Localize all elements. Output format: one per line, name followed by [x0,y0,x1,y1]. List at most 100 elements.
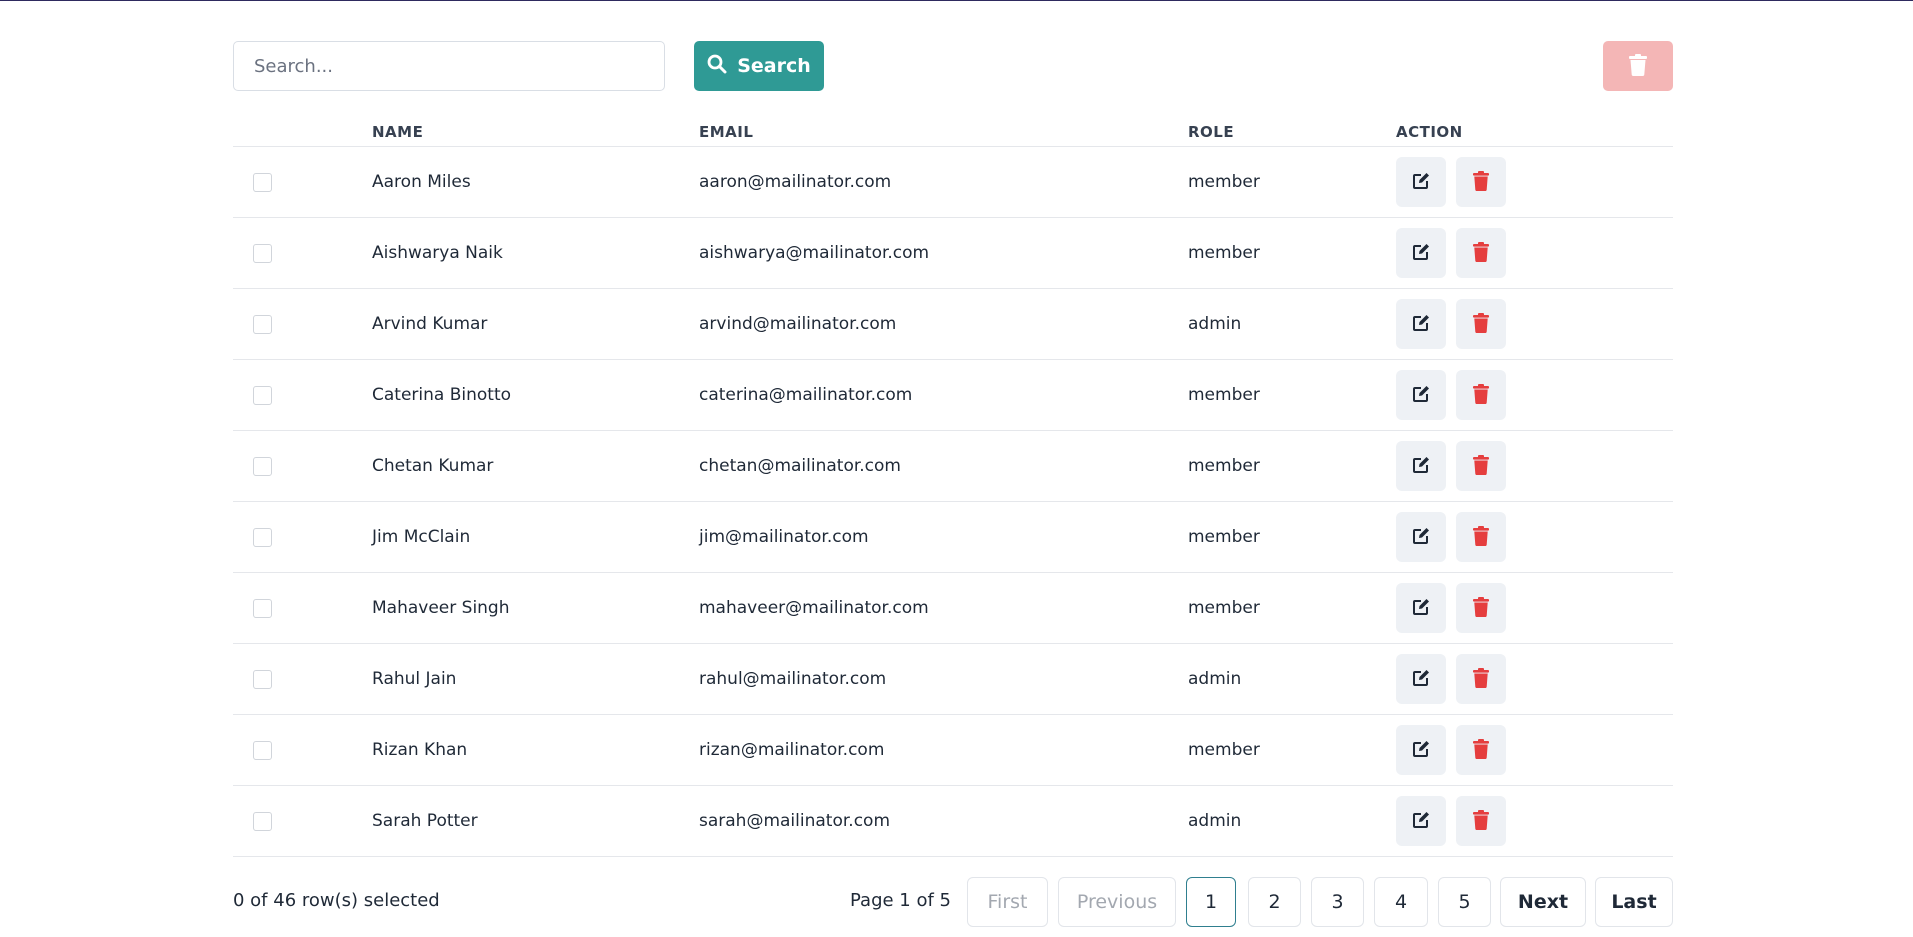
bulk-delete-button[interactable] [1603,41,1673,91]
edit-icon [1411,668,1431,691]
next-page-button[interactable]: Next [1500,877,1586,927]
cell-name: Mahaveer Singh [372,598,510,618]
row-checkbox[interactable] [253,173,272,192]
delete-button[interactable] [1456,512,1506,562]
delete-button[interactable] [1456,157,1506,207]
cell-name: Chetan Kumar [372,456,494,476]
edit-icon [1411,313,1431,336]
edit-icon [1411,242,1431,265]
cell-role: member [1188,740,1260,760]
column-header-name[interactable]: NAME [372,123,423,141]
table-row: Mahaveer Singh mahaveer@mailinator.com mem… [233,573,1673,644]
cell-role: member [1188,385,1260,405]
cell-name: Caterina Binotto [372,385,512,405]
trash-icon [1629,53,1647,79]
row-checkbox[interactable] [253,812,272,831]
edit-button[interactable] [1396,796,1446,846]
search-icon [707,54,727,79]
edit-icon [1411,810,1431,833]
cell-email: arvind@mailinator.com [699,314,897,334]
row-checkbox[interactable] [253,244,272,263]
cell-email: aaron@mailinator.com [699,172,892,192]
edit-icon [1411,597,1431,620]
table-row: Arvind Kumar arvind@mailinator.com admin [233,289,1673,360]
trash-icon [1473,383,1489,407]
trash-icon [1473,454,1489,478]
previous-page-button[interactable]: Previous [1058,877,1176,927]
cell-role: admin [1188,314,1242,334]
delete-button[interactable] [1456,725,1506,775]
row-checkbox[interactable] [253,670,272,689]
row-checkbox[interactable] [253,386,272,405]
table-row: Sarah Potter sarah@mailinator.com admin [233,786,1673,857]
cell-email: sarah@mailinator.com [699,811,891,831]
cell-email: chetan@mailinator.com [699,456,901,476]
row-checkbox[interactable] [253,599,272,618]
cell-role: member [1188,527,1260,547]
cell-name: Rahul Jain [372,669,457,689]
column-header-role[interactable]: ROLE [1188,123,1234,141]
table-row: Caterina Binotto caterina@mailinator.com m… [233,360,1673,431]
delete-button[interactable] [1456,370,1506,420]
selection-count: 0 of 46 row(s) selected [233,890,440,911]
column-header-action: ACTION [1396,123,1463,141]
trash-icon [1473,596,1489,620]
edit-button[interactable] [1396,583,1446,633]
first-page-button[interactable]: First [967,877,1048,927]
page-button-2[interactable]: 2 [1248,877,1301,927]
table-row: Rahul Jain rahul@mailinator.com admin [233,644,1673,715]
column-header-email[interactable]: EMAIL [699,123,753,141]
toolbar: Search [233,41,1673,92]
trash-icon [1473,738,1489,762]
page-button-3[interactable]: 3 [1311,877,1364,927]
delete-button[interactable] [1456,654,1506,704]
edit-button[interactable] [1396,725,1446,775]
cell-email: rahul@mailinator.com [699,669,887,689]
edit-button[interactable] [1396,157,1446,207]
page-button-5[interactable]: 5 [1438,877,1491,927]
users-table: NAME EMAIL ROLE ACTION Aaron Miles aaron@… [233,115,1673,857]
delete-button[interactable] [1456,441,1506,491]
table-row: Aaron Miles aaron@mailinator.com member [233,147,1673,218]
row-checkbox[interactable] [253,315,272,334]
search-button[interactable]: Search [694,41,824,91]
delete-button[interactable] [1456,299,1506,349]
cell-role: member [1188,172,1260,192]
cell-name: Aishwarya Naik [372,243,503,263]
page-button-1[interactable]: 1 [1186,877,1236,927]
edit-button[interactable] [1396,654,1446,704]
trash-icon [1473,667,1489,691]
edit-button[interactable] [1396,370,1446,420]
last-page-button[interactable]: Last [1595,877,1673,927]
delete-button[interactable] [1456,796,1506,846]
edit-button[interactable] [1396,441,1446,491]
cell-role: admin [1188,669,1242,689]
edit-icon [1411,526,1431,549]
cell-role: member [1188,598,1260,618]
trash-icon [1473,525,1489,549]
delete-button[interactable] [1456,583,1506,633]
row-checkbox[interactable] [253,457,272,476]
cell-role: admin [1188,811,1242,831]
search-input[interactable] [233,41,665,91]
cell-email: jim@mailinator.com [699,527,869,547]
row-checkbox[interactable] [253,528,272,547]
cell-name: Aaron Miles [372,172,471,192]
search-button-label: Search [737,55,811,77]
edit-button[interactable] [1396,512,1446,562]
cell-email: rizan@mailinator.com [699,740,885,760]
table-row: Aishwarya Naik aishwarya@mailinator.com me… [233,218,1673,289]
edit-icon [1411,171,1431,194]
page-button-4[interactable]: 4 [1374,877,1428,927]
edit-button[interactable] [1396,228,1446,278]
table-row: Chetan Kumar chetan@mailinator.com member [233,431,1673,502]
edit-button[interactable] [1396,299,1446,349]
edit-icon [1411,455,1431,478]
cell-name: Jim McClain [372,527,471,547]
cell-name: Rizan Khan [372,740,468,760]
cell-role: member [1188,456,1260,476]
cell-email: caterina@mailinator.com [699,385,913,405]
delete-button[interactable] [1456,228,1506,278]
row-checkbox[interactable] [253,741,272,760]
table-body: Aaron Miles aaron@mailinator.com member Ais… [233,147,1673,857]
